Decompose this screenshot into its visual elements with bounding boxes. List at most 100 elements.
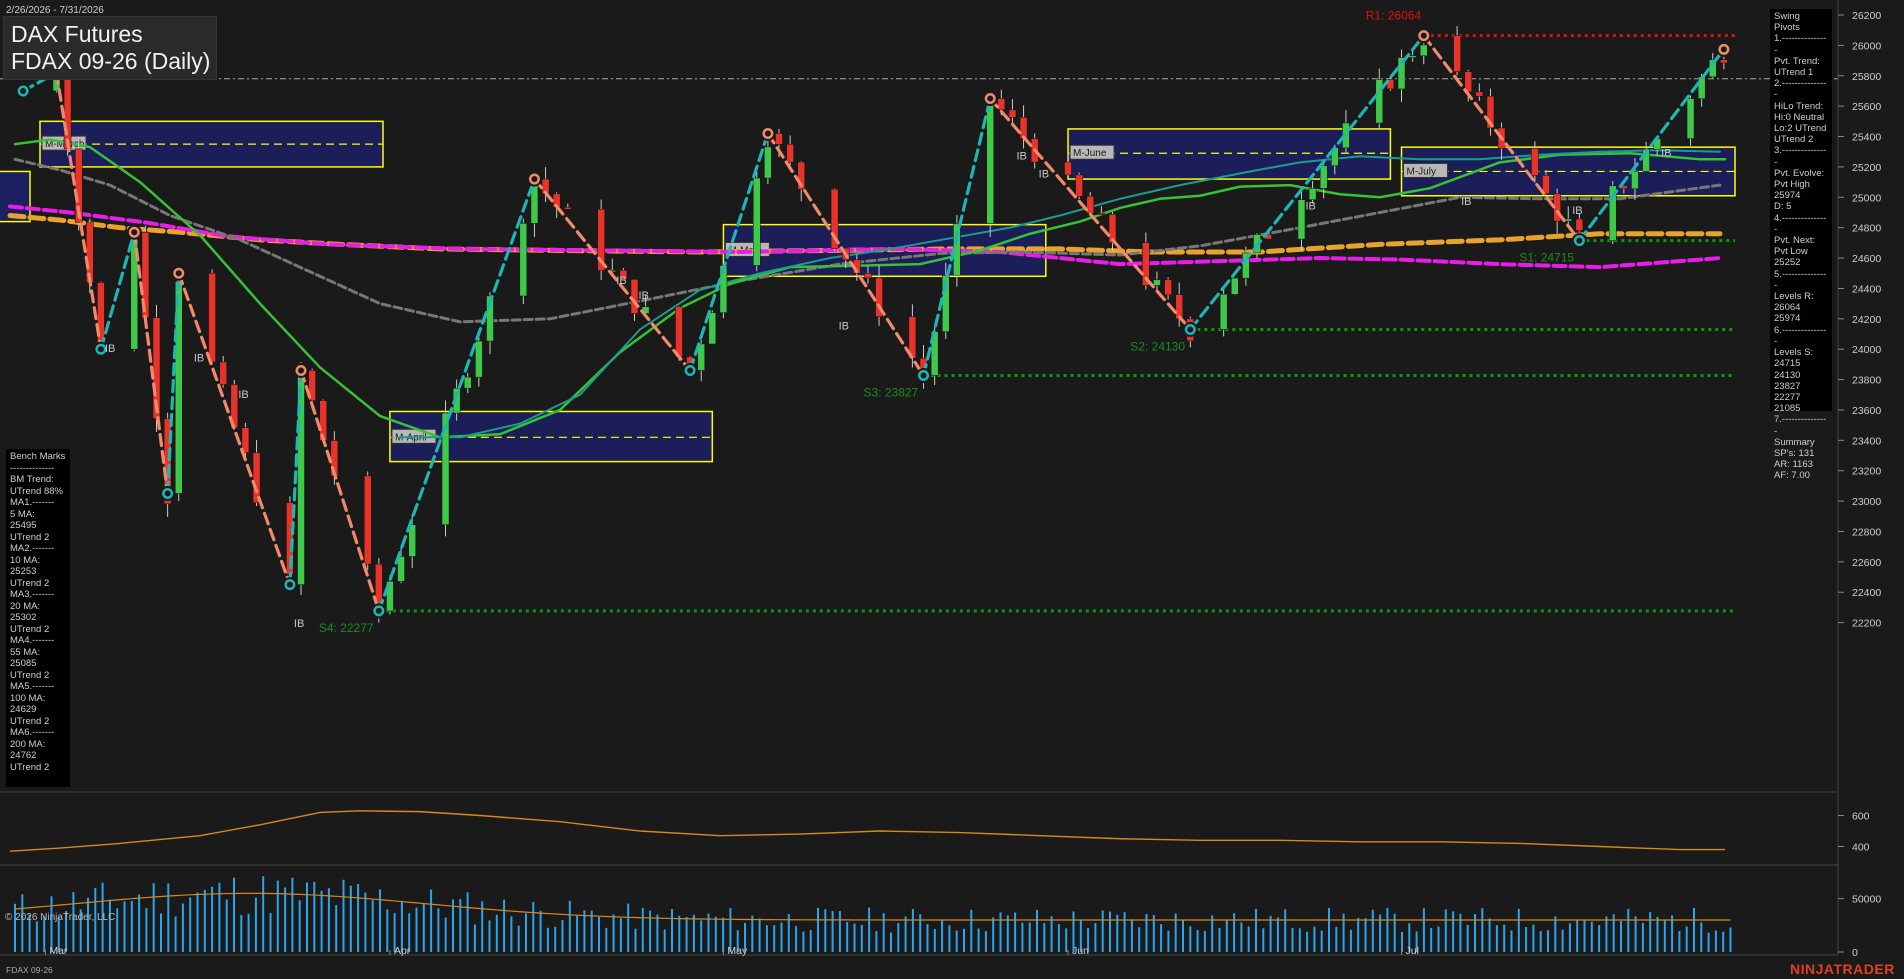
candle-up [1231,277,1239,295]
swing-marker-center [1420,32,1427,39]
pivot-panel-line: 6.--------------- [1774,324,1827,347]
bench-panel-line: MA3.------- [10,589,55,600]
pivot-panel-line: 21085 [1774,403,1801,415]
candle-up [1686,98,1695,139]
y-tick-label: 22600 [1852,557,1881,569]
candle-up [1697,76,1706,99]
y-tick-label: 22400 [1852,587,1881,599]
bench-panel-line: MA5.------- [10,681,55,692]
pivot-panel-line: Hi:0 Neutral [1774,111,1825,123]
candle-up [475,340,483,378]
swing-marker-center [375,607,382,614]
bench-panel-line: Bench Marks [10,451,66,462]
bench-panel-line: MA4.------- [10,635,55,646]
candle-down [630,279,639,314]
x-tick-label: May [727,945,748,957]
ib-label: IB [1661,147,1671,159]
candle-up [1375,79,1384,124]
candle-down [63,72,72,150]
ib-label: IB [639,290,649,302]
bench-panel-line: 10 MA: [10,554,41,566]
swing-marker-center [298,367,305,374]
ib-label: IB [105,343,115,355]
pivot-panel-line: 2.--------------- [1774,78,1827,101]
swing-marker-center [20,87,27,94]
candle-down [775,133,783,145]
candle-down [219,361,227,385]
bench-panel-line: 55 MA: [10,646,41,658]
bench-panel-line: 20 MA: [10,600,41,612]
y-tick-label: 23600 [1852,405,1881,417]
pivot-panel-line: Levels R: [1774,291,1814,303]
pivot-panel-line: D: 5 [1774,201,1792,213]
candle-down [1086,196,1095,214]
ib-label: IB [238,389,248,401]
ib-label: IB [1305,200,1315,212]
support-label: S2: 24130 [1130,339,1185,353]
date-range: 2/26/2026 - 7/31/2026 [6,5,104,16]
swing-marker-center [1187,326,1194,333]
candle-up [1419,44,1428,57]
ib-label: IB [294,618,304,630]
y-tick-label: 24400 [1852,283,1881,295]
swing-marker-center [175,270,182,277]
brand-logo: NINJATRADER [1790,961,1895,977]
bench-panel-line: 5 MA: [10,508,35,520]
pivot-panel-line: Pvt. Trend: [1774,55,1820,67]
pivot-panel-line: 24715 [1774,358,1801,370]
bench-panel-line: UTrend 88% [10,485,63,497]
candle-up [1219,294,1228,330]
swing-marker-center [687,367,694,374]
pivot-panel-line: AR: 1163 [1774,459,1813,471]
ib-label: IB [194,352,204,364]
y-tick-label: 26200 [1852,10,1881,22]
contract-name: FDAX 09-26 (Daily) [11,48,211,74]
swing-marker-center [1720,46,1727,53]
y-tick-label: 24200 [1852,314,1881,326]
candle-up [1319,165,1328,189]
instrument-name: DAX Futures [11,21,143,47]
bench-panel-line: 24629 [10,704,37,715]
candle-down [1008,109,1017,118]
candle-down [864,273,872,279]
swing-pivots-panel: Swing Pivots 1.--------------- Pvt. Trend:… [1770,9,1832,481]
candle-down [997,98,1006,111]
x-tick-label: Mar [49,945,68,957]
y-tick-label: 25000 [1852,192,1881,204]
support-label: S1: 24715 [1519,251,1574,265]
price-chart[interactable]: M-MarchM-AprilM-MayM-JuneM-July R1: 2606… [0,0,1904,979]
ib-label: IB [1572,205,1582,217]
bench-panel-line: 25253 [10,566,37,577]
ib-label: IB [839,320,849,332]
y-tick-label: 24800 [1852,223,1881,235]
y-tick-label: 23000 [1852,496,1881,508]
pivot-panel-line: 26064 [1774,302,1801,314]
bench-panel-line: UTrend 2 [10,531,50,543]
bench-panel-line: 25495 [10,520,37,531]
pivot-panel-line: 23827 [1774,380,1801,392]
candle-up [708,312,717,345]
candle-down [1175,294,1183,320]
y-tick-label: 24600 [1852,253,1881,265]
resistance-label: R1: 26064 [1366,9,1422,23]
pivot-panel-line: Pvt. Evolve: [1774,167,1825,179]
pivot-panel-line: AF: 7.00 [1774,470,1810,482]
pivot-panel-line: Lo:2 UTrend [1774,123,1827,135]
pivot-panel-line: 4.--------------- [1774,212,1827,235]
candle-up [1153,279,1161,286]
candle-up [1297,199,1306,240]
monthly-box-label: M-July [1407,166,1436,177]
pivot-panel-line: SP's: 131 [1774,447,1815,459]
vol-tick-label: 50000 [1852,894,1881,906]
swing-marker-center [764,130,771,137]
bench-panel-line: UTrend 2 [10,715,50,727]
y-tick-label: 23200 [1852,466,1881,478]
y-tick-label: 25800 [1852,71,1881,83]
pivot-panel-line: 7.--------------- [1774,414,1827,437]
copyright: © 2026 NinjaTrader, LLC [5,912,116,923]
pivot-panel-line: Swing Pivots [1774,11,1800,34]
ib-label: IB [1016,150,1026,162]
support-label: S3: 23827 [864,385,919,399]
candle-down [675,306,683,358]
candle-down [1064,161,1072,176]
